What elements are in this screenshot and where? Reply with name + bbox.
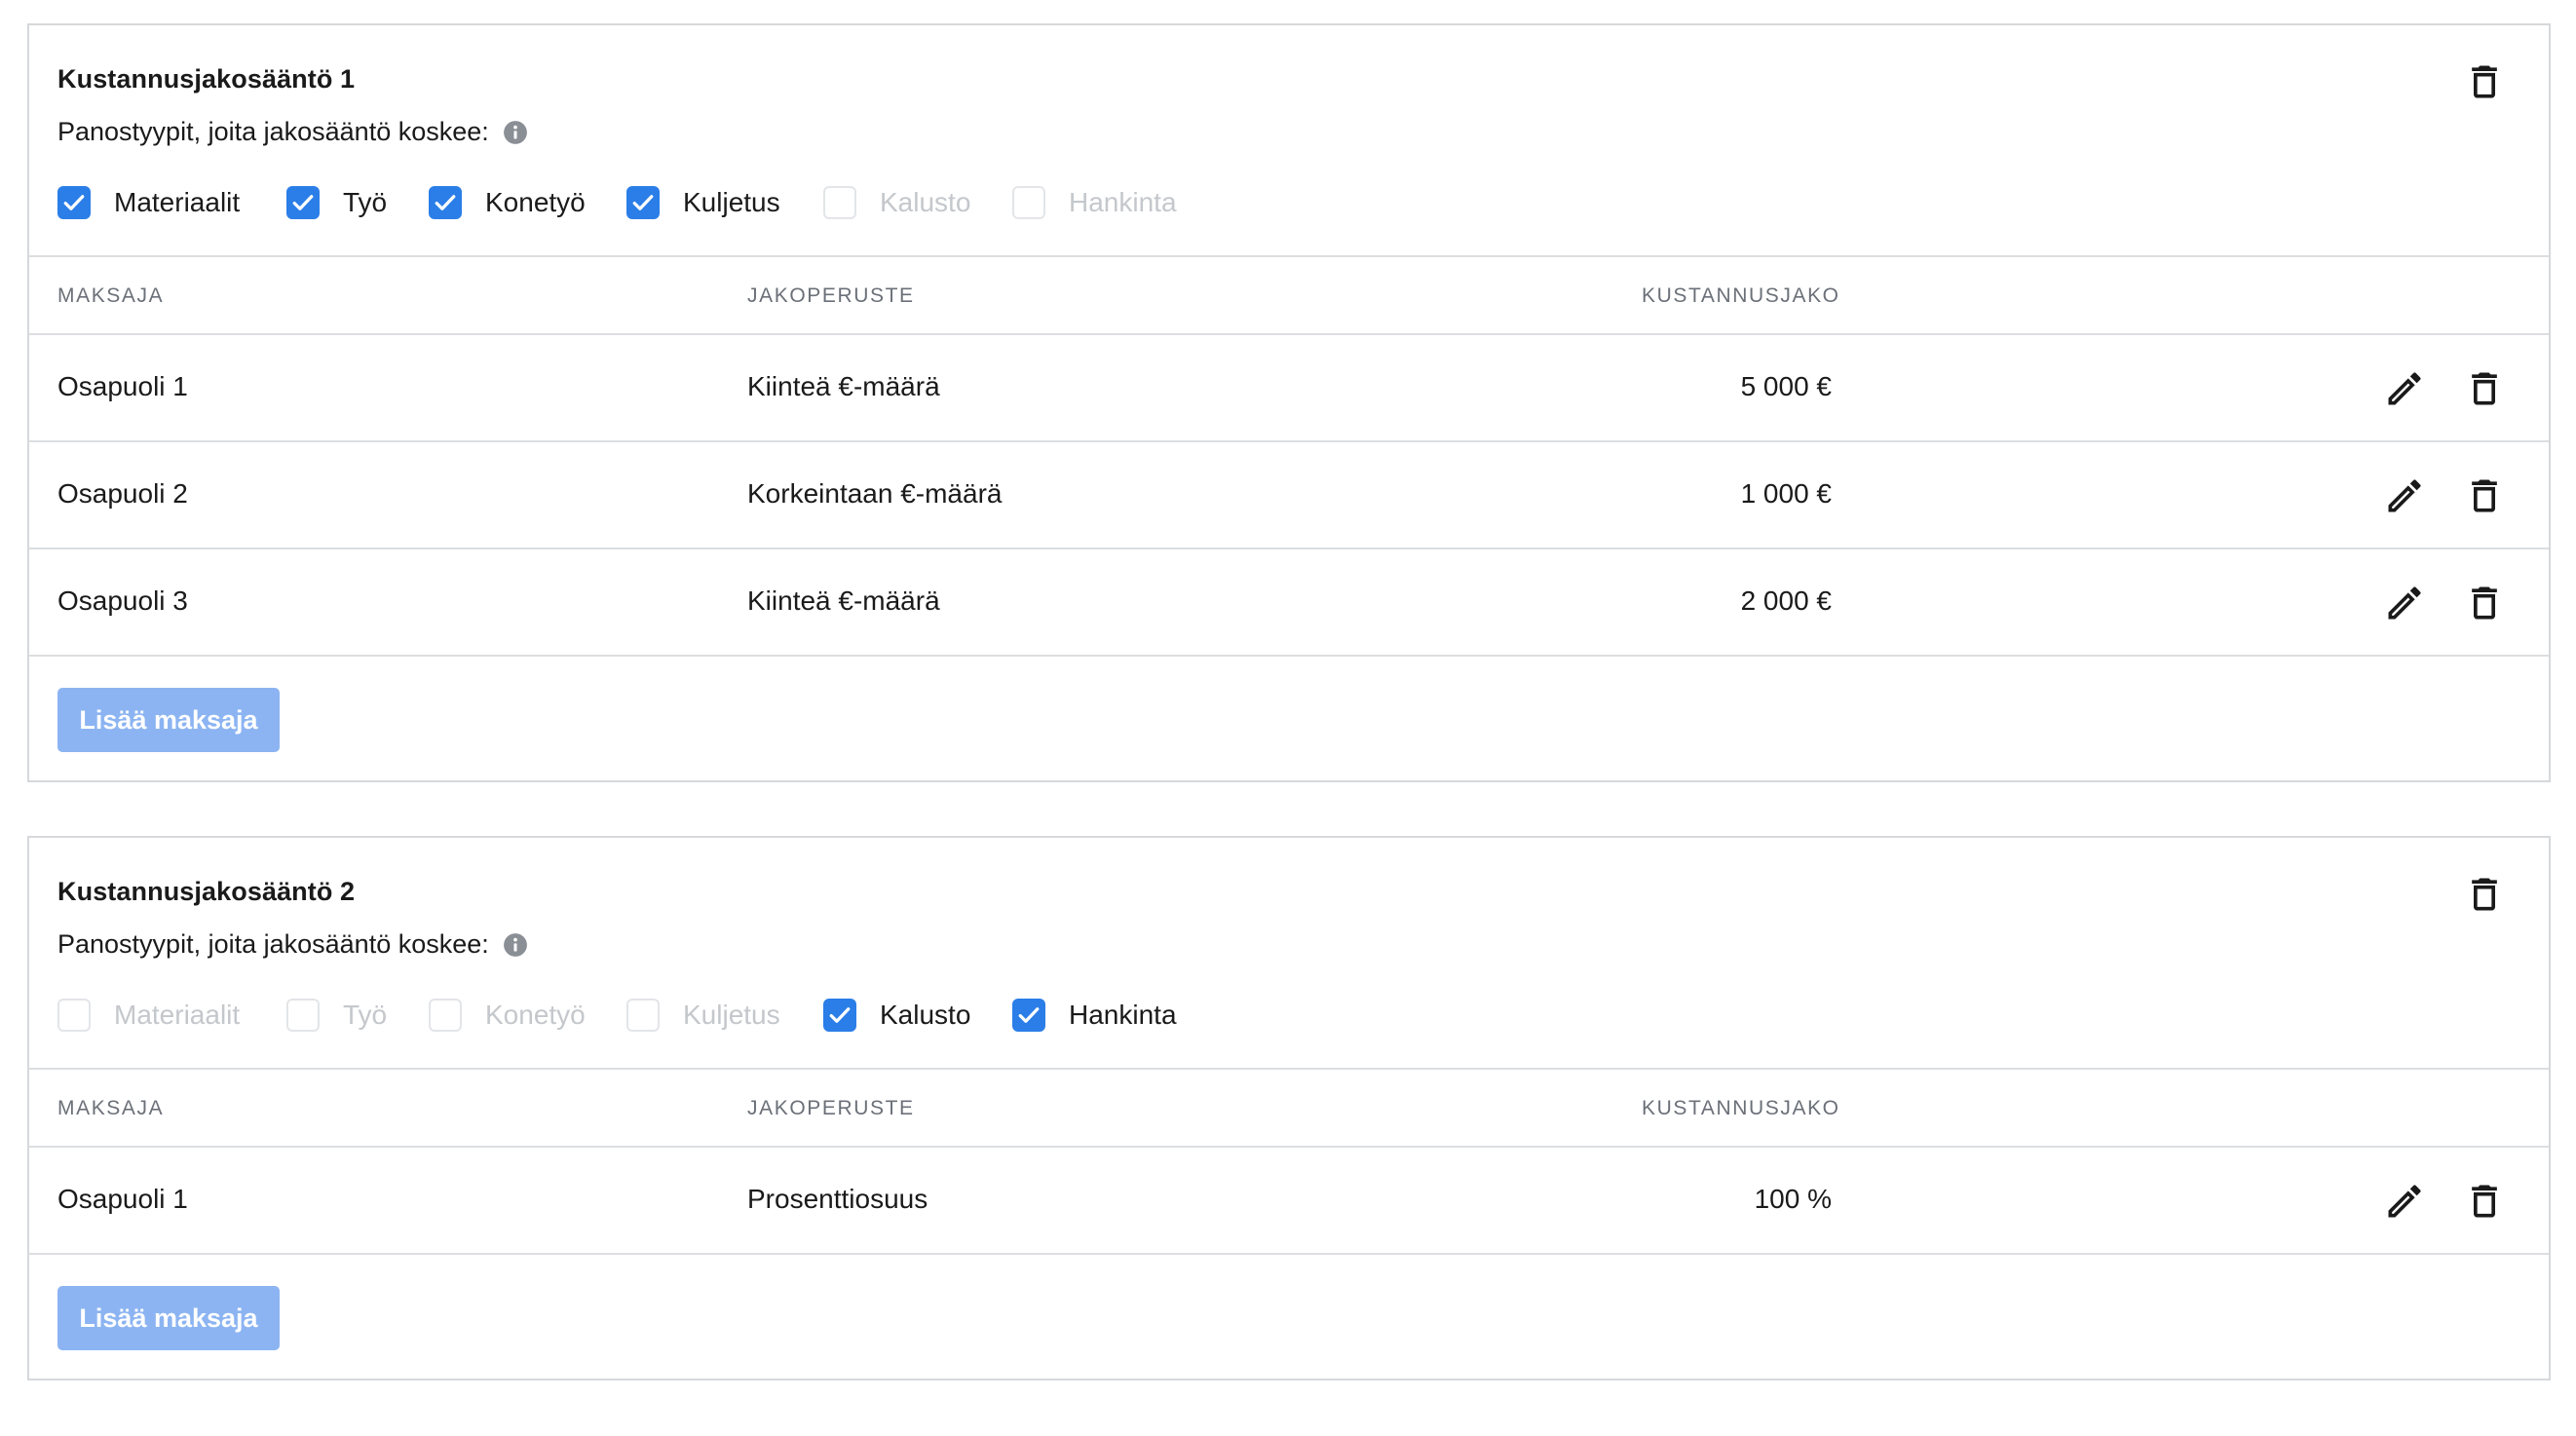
checkbox-hankinta[interactable]: Hankinta [1012, 994, 1177, 1037]
checkbox-label: Kalusto [880, 187, 971, 217]
table-row: Osapuoli 3 Kiinteä €-määrä 2 000 € [29, 549, 2549, 657]
checkbox-box[interactable] [626, 186, 660, 219]
info-icon[interactable] [503, 120, 528, 145]
checkbox-label: Materiaalit [114, 1000, 241, 1030]
edit-pencil-icon[interactable] [2383, 1180, 2426, 1223]
checkbox-kalusto[interactable]: Kalusto [823, 181, 970, 224]
column-header-payer: MAKSAJA [57, 284, 165, 307]
column-header-basis: JAKOPERUSTE [747, 284, 915, 307]
checkbox-kalusto[interactable]: Kalusto [823, 994, 970, 1037]
checkbox-konetyo[interactable]: Konetyö [429, 994, 586, 1037]
add-payer-button[interactable]: Lisää maksaja [57, 688, 280, 752]
checkbox-label: Hankinta [1069, 1000, 1177, 1030]
checkbox-box[interactable] [57, 186, 91, 219]
cost-types-label-text: Panostyypit, joita jakosääntö koskee: [57, 929, 489, 959]
basis-cell: Prosenttiosuus [747, 1184, 928, 1214]
table-row: Osapuoli 2 Korkeintaan €-määrä 1 000 € [29, 442, 2549, 549]
checkbox-label: Työ [343, 1000, 388, 1030]
checkmark-icon [628, 188, 658, 217]
payer-cell: Osapuoli 2 [57, 478, 188, 509]
delete-row-trash-icon[interactable] [2463, 474, 2506, 517]
checkbox-box[interactable] [823, 999, 856, 1032]
checkbox-tyo[interactable]: Työ [286, 994, 387, 1037]
payer-cell: Osapuoli 3 [57, 586, 188, 616]
checkbox-tyo[interactable]: Työ [286, 181, 387, 224]
checkbox-kuljetus[interactable]: Kuljetus [626, 181, 780, 224]
share-cell: 1 000 € [1740, 478, 1832, 509]
checkmark-icon [825, 1001, 854, 1030]
cost-rule-header: Kustannusjakosääntö 1 Panostyypit, joita… [29, 25, 2549, 257]
edit-pencil-icon[interactable] [2383, 367, 2426, 410]
table-row: Osapuoli 1 Prosenttiosuus 100 % [29, 1148, 2549, 1255]
payer-table-header: MAKSAJA JAKOPERUSTE KUSTANNUSJAKO [29, 1070, 2549, 1148]
checkbox-box[interactable] [429, 186, 462, 219]
edit-pencil-icon[interactable] [2383, 474, 2426, 517]
checkbox-materiaalit[interactable]: Materiaalit [57, 181, 240, 224]
checkbox-label: Konetyö [485, 187, 586, 217]
checkbox-label: Konetyö [485, 1000, 586, 1030]
checkbox-label: Materiaalit [114, 187, 241, 217]
delete-row-trash-icon[interactable] [2463, 582, 2506, 624]
cost-rule-title: Kustannusjakosääntö 2 [57, 877, 356, 906]
checkmark-icon [288, 188, 318, 217]
checkbox-konetyo[interactable]: Konetyö [429, 181, 586, 224]
basis-cell: Kiinteä €-määrä [747, 371, 940, 401]
checkbox-hankinta[interactable]: Hankinta [1012, 181, 1177, 224]
checkmark-icon [431, 188, 460, 217]
basis-cell: Kiinteä €-määrä [747, 586, 940, 616]
checkbox-box[interactable] [286, 999, 320, 1032]
cost-rule-card: Kustannusjakosääntö 2 Panostyypit, joita… [27, 836, 2551, 1380]
share-cell: 100 % [1754, 1184, 1832, 1214]
checkbox-box[interactable] [429, 999, 462, 1032]
checkbox-box[interactable] [1012, 999, 1045, 1032]
table-row: Osapuoli 1 Kiinteä €-määrä 5 000 € [29, 335, 2549, 442]
share-cell: 2 000 € [1740, 586, 1832, 616]
checkbox-kuljetus[interactable]: Kuljetus [626, 994, 780, 1037]
column-header-payer: MAKSAJA [57, 1097, 165, 1119]
checkbox-label: Työ [343, 187, 388, 217]
cost-types-label: Panostyypit, joita jakosääntö koskee: [57, 929, 528, 960]
checkbox-box[interactable] [286, 186, 320, 219]
column-header-share: KUSTANNUSJAKO [1642, 1097, 1840, 1119]
delete-row-trash-icon[interactable] [2463, 367, 2506, 410]
checkbox-label: Kalusto [880, 1000, 971, 1030]
cost-types-label: Panostyypit, joita jakosääntö koskee: [57, 117, 528, 147]
checkbox-label: Kuljetus [683, 1000, 780, 1030]
share-cell: 5 000 € [1740, 371, 1832, 401]
cost-rule-header: Kustannusjakosääntö 2 Panostyypit, joita… [29, 838, 2549, 1070]
cost-rule-card: Kustannusjakosääntö 1 Panostyypit, joita… [27, 23, 2551, 782]
checkmark-icon [59, 188, 89, 217]
payer-cell: Osapuoli 1 [57, 371, 188, 401]
checkmark-icon [1014, 1001, 1043, 1030]
payer-table-header: MAKSAJA JAKOPERUSTE KUSTANNUSJAKO [29, 257, 2549, 335]
add-payer-button[interactable]: Lisää maksaja [57, 1286, 280, 1350]
info-icon[interactable] [503, 932, 528, 958]
checkbox-label: Hankinta [1069, 187, 1177, 217]
checkbox-label: Kuljetus [683, 187, 780, 217]
basis-cell: Korkeintaan €-määrä [747, 478, 1003, 509]
edit-pencil-icon[interactable] [2383, 582, 2426, 624]
checkbox-box[interactable] [57, 999, 91, 1032]
checkbox-box[interactable] [1012, 186, 1045, 219]
checkbox-box[interactable] [626, 999, 660, 1032]
checkbox-box[interactable] [823, 186, 856, 219]
cost-rule-title: Kustannusjakosääntö 1 [57, 64, 356, 94]
column-header-share: KUSTANNUSJAKO [1642, 284, 1840, 307]
delete-rule-trash-icon[interactable] [2463, 60, 2506, 103]
checkbox-materiaalit[interactable]: Materiaalit [57, 994, 240, 1037]
cost-types-label-text: Panostyypit, joita jakosääntö koskee: [57, 117, 489, 146]
delete-row-trash-icon[interactable] [2463, 1180, 2506, 1223]
column-header-basis: JAKOPERUSTE [747, 1097, 915, 1119]
delete-rule-trash-icon[interactable] [2463, 873, 2506, 916]
payer-cell: Osapuoli 1 [57, 1184, 188, 1214]
